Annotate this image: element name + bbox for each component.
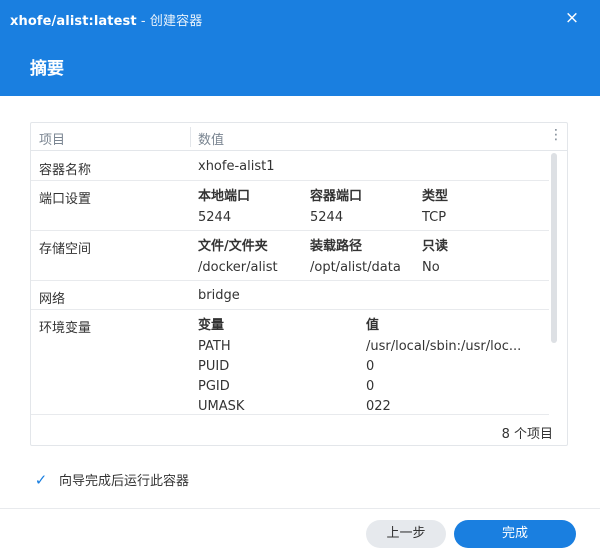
column-header-item: 项目 (39, 133, 66, 148)
storage-col-mount: 装载路径 /opt/alist/data (310, 238, 401, 278)
env-var-value: 022 (366, 399, 391, 414)
previous-button[interactable]: 上一步 (366, 520, 446, 548)
sub-header: 本地端口 (198, 189, 251, 204)
sub-value: 5244 (198, 210, 232, 225)
checkmark-icon[interactable]: ✓ (33, 471, 49, 488)
env-col-value: 值 /usr/local/sbin:/usr/loc... 0 0 022 (366, 317, 521, 417)
run-after-wizard-checkbox-row[interactable]: ✓ 向导完成后运行此容器 (33, 470, 189, 489)
sub-header: 装载路径 (310, 239, 363, 254)
sub-value: 5244 (310, 210, 344, 225)
column-header-value: 数值 (198, 133, 225, 148)
sub-header: 容器端口 (310, 189, 363, 204)
env-var-name: PGID (198, 379, 230, 394)
sub-value: /docker/alist (198, 260, 278, 275)
column-menu-icon[interactable]: ⋮ (549, 127, 563, 143)
window-title-image: xhofe/alist:latest (10, 14, 137, 29)
storage-col-file: 文件/文件夹 /docker/alist (198, 238, 278, 278)
table-row-network: 网络 bridge (31, 281, 549, 310)
port-col-local: 本地端口 5244 (198, 188, 250, 228)
sub-header: 类型 (422, 189, 449, 204)
env-var-name: PUID (198, 359, 230, 374)
row-key: 端口设置 (39, 192, 92, 207)
footer-divider (0, 508, 600, 509)
window-title-action: - 创建容器 (136, 14, 203, 29)
sub-header: 值 (366, 318, 380, 333)
sub-header: 只读 (422, 239, 449, 254)
row-value: xhofe-alist1 (198, 159, 275, 174)
run-after-wizard-label[interactable]: 向导完成后运行此容器 (59, 470, 189, 489)
port-col-type: 类型 TCP (422, 188, 448, 228)
env-var-value: 0 (366, 359, 375, 374)
table-row-ports: 端口设置 本地端口 5244 容器端口 5244 类型 TCP (31, 181, 549, 231)
table-row-storage: 存储空间 文件/文件夹 /docker/alist 装载路径 /opt/alis… (31, 231, 549, 281)
table-row-name: 容器名称 xhofe-alist1 (31, 152, 549, 181)
sub-header: 文件/文件夹 (198, 239, 268, 254)
env-var-value: 0 (366, 379, 375, 394)
sub-header: 变量 (198, 318, 225, 333)
row-key: 环境变量 (39, 321, 92, 336)
table-row-env: 环境变量 变量 PATH PUID PGID UMASK 值 /usr/loca… (31, 310, 549, 415)
row-key: 存储空间 (39, 242, 92, 257)
table-scrollbar[interactable] (551, 153, 557, 343)
port-col-container: 容器端口 5244 (310, 188, 362, 228)
close-icon[interactable]: × (562, 8, 582, 28)
env-var-value: /usr/local/sbin:/usr/loc... (366, 339, 522, 354)
summary-table: 项目 数值 ⋮ 容器名称 xhofe-alist1 端口设置 本地端口 5244… (30, 122, 568, 446)
row-key: 容器名称 (39, 163, 92, 178)
env-var-name: UMASK (198, 399, 245, 414)
sub-value: TCP (422, 210, 447, 225)
env-var-name: PATH (198, 339, 231, 354)
done-button[interactable]: 完成 (454, 520, 576, 548)
section-title: 摘要 (30, 59, 64, 79)
table-header: 项目 数值 ⋮ (31, 123, 567, 151)
row-key: 网络 (39, 292, 66, 307)
env-col-variable: 变量 PATH PUID PGID UMASK (198, 317, 244, 417)
sub-value: /opt/alist/data (310, 260, 401, 275)
row-value: bridge (198, 288, 240, 303)
storage-col-readonly: 只读 No (422, 238, 448, 278)
sub-value: No (422, 260, 440, 275)
dialog-header: xhofe/alist:latest - 创建容器 × 摘要 (0, 0, 600, 96)
window-title: xhofe/alist:latest - 创建容器 (10, 10, 202, 29)
item-count: 8 个项目 (501, 427, 553, 442)
column-separator[interactable] (190, 127, 191, 147)
